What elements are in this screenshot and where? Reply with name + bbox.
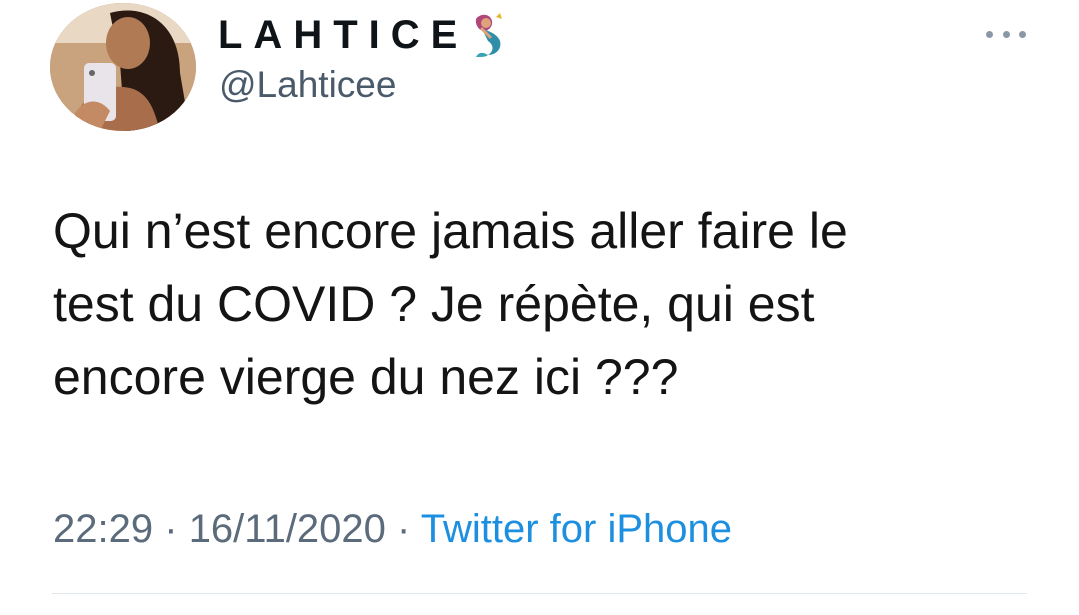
avatar[interactable]: [50, 3, 196, 131]
mermaid-emoji-icon: [476, 13, 503, 57]
tweet-text: Qui n’est encore jamais aller faire le t…: [53, 203, 848, 405]
tweet-date[interactable]: 16/11/2020: [189, 507, 386, 551]
tweet-meta: 22:29 · 16/11/2020 · Twitter for iPhone: [53, 503, 732, 555]
more-options-icon: [1019, 30, 1026, 38]
more-options-button[interactable]: [986, 24, 1026, 44]
display-name-row: LAHTICE: [218, 10, 518, 60]
user-handle[interactable]: @Lahticee: [219, 66, 396, 103]
avatar-photo-icon: [50, 3, 196, 131]
meta-separator: ·: [397, 507, 411, 551]
more-options-icon: [1002, 30, 1010, 38]
more-options-icon: [986, 30, 993, 38]
display-name[interactable]: LAHTICE: [218, 15, 468, 55]
tweet-time[interactable]: 22:29: [53, 507, 153, 551]
meta-separator: ·: [164, 507, 178, 551]
divider: [52, 593, 1027, 594]
tweet-card: LAHTICE @Lahticee Qui n’est encore jamai…: [0, 0, 1079, 615]
tweet-source-link[interactable]: Twitter for iPhone: [421, 507, 732, 551]
